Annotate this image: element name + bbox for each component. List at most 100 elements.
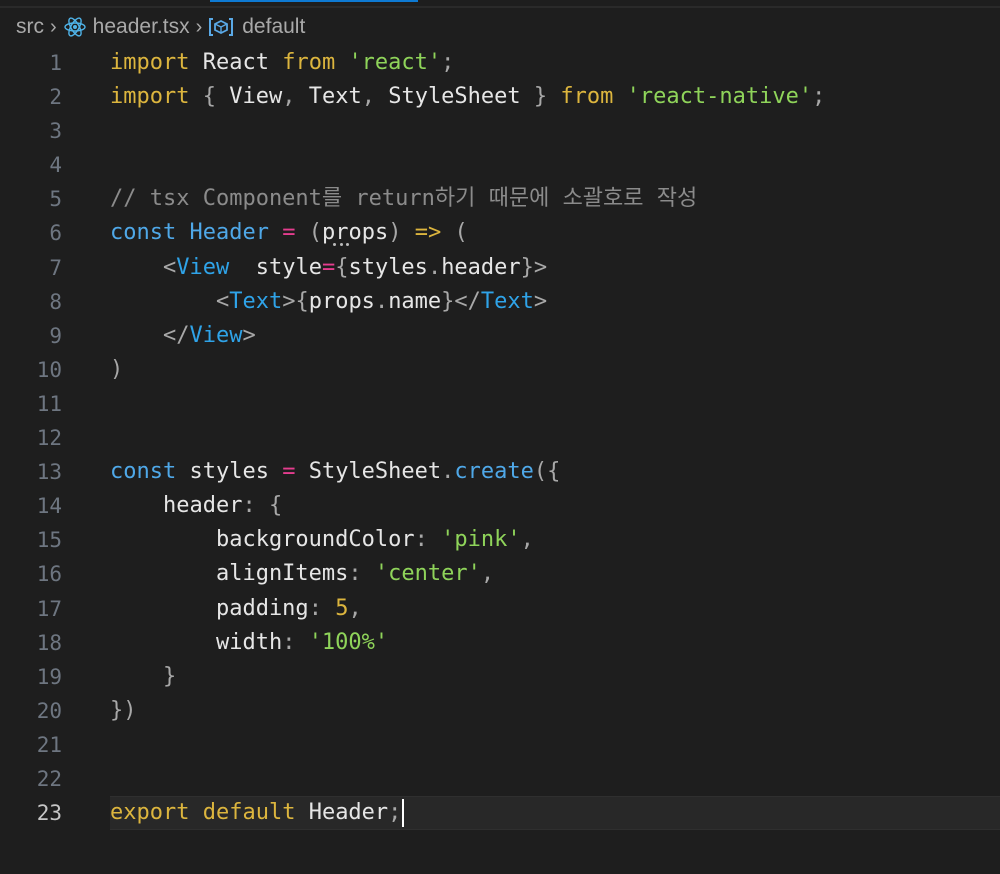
code-line[interactable]: 6 const Header = (props) => ( xyxy=(0,216,1000,250)
code-token: , xyxy=(348,595,362,621)
code-token: Header xyxy=(295,800,389,826)
line-number: 11 xyxy=(36,391,62,416)
code-line[interactable]: 19 } xyxy=(0,660,1000,694)
code-token: ; xyxy=(812,84,826,110)
code-token: => xyxy=(414,220,442,246)
code-token: = xyxy=(282,459,296,485)
breadcrumb-file[interactable]: header.tsx xyxy=(93,15,190,39)
code-text[interactable]: import { View, Text, StyleSheet } from '… xyxy=(110,80,825,114)
code-token: = xyxy=(282,220,296,246)
line-number: 6 xyxy=(49,221,62,246)
code-text[interactable]: const Header = (props) => ( xyxy=(110,216,468,250)
code-token: name xyxy=(388,288,442,314)
code-text[interactable]: alignItems: 'center', xyxy=(110,557,494,591)
code-line[interactable]: 13 const styles = StyleSheet.create({ xyxy=(0,455,1000,489)
code-token: StyleSheet xyxy=(388,84,521,110)
code-token: ) xyxy=(110,356,124,382)
code-token: import xyxy=(110,84,190,110)
code-token: 'center' xyxy=(374,561,481,587)
code-line[interactable]: 7 <View style={styles.header}> xyxy=(0,251,1000,285)
chevron-right-icon: › xyxy=(195,15,203,38)
code-token: ) xyxy=(388,220,402,246)
code-text[interactable]: width: '100%' xyxy=(110,626,388,660)
code-text[interactable]: padding: 5, xyxy=(110,592,362,626)
code-line[interactable]: 3 xyxy=(0,114,1000,148)
code-text[interactable]: }) xyxy=(110,694,137,728)
code-line[interactable]: 23 export default Header; xyxy=(0,796,1000,831)
line-number: 3 xyxy=(49,119,62,144)
code-line[interactable]: 21 xyxy=(0,728,1000,762)
code-token: ( xyxy=(308,220,322,246)
code-text[interactable]: </View> xyxy=(110,319,256,353)
code-token: View xyxy=(229,84,283,110)
code-line[interactable]: 4 xyxy=(0,148,1000,182)
line-number: 8 xyxy=(49,289,62,314)
code-line[interactable]: 17 padding: 5, xyxy=(0,592,1000,626)
code-token: > xyxy=(242,322,256,348)
code-token: View xyxy=(176,254,230,280)
code-token: ( xyxy=(454,220,468,246)
code-token: from xyxy=(282,50,336,75)
code-token: : xyxy=(282,629,309,655)
code-text[interactable]: header: { xyxy=(110,489,282,523)
code-line[interactable]: 20}) xyxy=(0,694,1000,728)
code-line[interactable]: 2 import { View, Text, StyleSheet } from … xyxy=(0,80,1000,114)
line-number: 22 xyxy=(36,766,62,791)
code-line[interactable]: 12 xyxy=(0,421,1000,455)
code-line[interactable]: 10) xyxy=(0,353,1000,387)
code-line[interactable]: 11 xyxy=(0,387,1000,421)
code-line[interactable]: 22 xyxy=(0,762,1000,796)
code-line[interactable]: 16 alignItems: 'center', xyxy=(0,557,1000,591)
line-number: 15 xyxy=(36,528,62,553)
code-token: = xyxy=(321,254,336,280)
code-editor[interactable]: src › header.tsx › default 1 import React… xyxy=(0,0,1000,874)
line-number: 19 xyxy=(36,664,62,689)
code-token: props xyxy=(321,220,389,246)
code-text[interactable]: backgroundColor: 'pink', xyxy=(110,523,534,557)
code-text[interactable]: export default Header; xyxy=(110,796,405,830)
code-line[interactable]: 14 header: { xyxy=(0,489,1000,523)
code-text[interactable]: } xyxy=(110,660,176,694)
code-line[interactable]: 8 <Text>{props.name}</Text> xyxy=(0,285,1000,319)
code-token: header xyxy=(110,493,243,519)
text-cursor xyxy=(402,799,405,828)
code-token: React xyxy=(189,50,283,75)
code-token: : xyxy=(414,527,442,553)
code-line[interactable]: 5 // tsx Component를 return하기 때문에 소괄호로 작성 xyxy=(0,182,1000,216)
code-text[interactable]: const styles = StyleSheet.create({ xyxy=(110,455,560,489)
code-token: Text xyxy=(480,288,534,314)
code-token: }</ xyxy=(441,288,481,314)
line-number: 1 xyxy=(49,51,62,75)
code-text[interactable]: // tsx Component를 return하기 때문에 소괄호로 작성 xyxy=(110,182,697,216)
code-line[interactable]: 15 backgroundColor: 'pink', xyxy=(0,523,1000,557)
code-line[interactable]: 1 import React from 'react'; xyxy=(0,46,1000,80)
code-text[interactable]: import React from 'react'; xyxy=(110,46,454,80)
breadcrumb-folder[interactable]: src xyxy=(16,15,44,39)
line-number: 12 xyxy=(36,426,62,451)
code-text[interactable]: <Text>{props.name}</Text> xyxy=(110,285,547,319)
code-line[interactable]: 9 </View> xyxy=(0,319,1000,353)
code-text[interactable]: <View style={styles.header}> xyxy=(110,251,547,285)
code-text[interactable]: ) xyxy=(110,353,123,387)
code-token: }) xyxy=(110,697,137,723)
breadcrumb-symbol[interactable]: default xyxy=(242,15,305,39)
react-icon xyxy=(63,15,87,39)
code-token: . xyxy=(427,254,442,280)
code-area[interactable]: 1 import React from 'react'; 2 import { Vie… xyxy=(0,46,1000,831)
line-number: 21 xyxy=(36,732,62,757)
line-number: 10 xyxy=(36,357,62,382)
code-token: }> xyxy=(520,254,548,280)
code-token: header xyxy=(441,254,521,280)
line-number: 14 xyxy=(36,494,62,519)
code-line[interactable]: 18 width: '100%' xyxy=(0,626,1000,660)
code-token: from xyxy=(560,84,614,110)
code-token: ; xyxy=(388,800,402,826)
code-token: const xyxy=(110,220,177,246)
